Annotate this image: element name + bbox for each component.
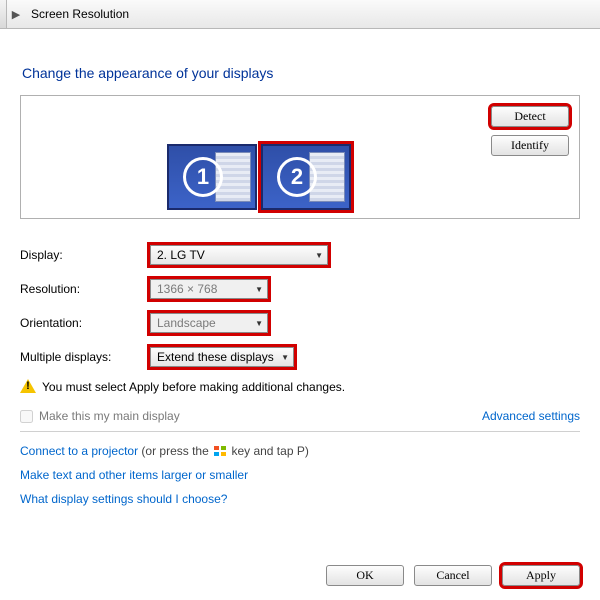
orientation-value: Landscape: [157, 316, 216, 330]
chevron-down-icon: ▼: [281, 353, 289, 362]
multiple-displays-value: Extend these displays: [157, 350, 274, 364]
breadcrumb-location[interactable]: Screen Resolution: [25, 7, 135, 21]
chevron-down-icon: ▼: [255, 319, 263, 328]
apply-warning: You must select Apply before making addi…: [20, 379, 580, 395]
display-preview: 1 2 Detect Identify: [20, 95, 580, 219]
monitor-1[interactable]: 1: [167, 144, 257, 210]
multiple-displays-label: Multiple displays:: [20, 350, 150, 364]
main-display-checkbox-label: Make this my main display: [39, 409, 180, 423]
orientation-dropdown[interactable]: Landscape ▼: [150, 313, 268, 333]
breadcrumb-back-fragment: [0, 0, 7, 28]
display-value: 2. LG TV: [157, 248, 205, 262]
orientation-label: Orientation:: [20, 316, 150, 330]
identify-button[interactable]: Identify: [491, 135, 569, 156]
chevron-right-icon: ▶: [7, 8, 25, 21]
monitor-2-number: 2: [277, 157, 317, 197]
ok-button[interactable]: OK: [326, 565, 404, 586]
display-label: Display:: [20, 248, 150, 262]
text-size-link[interactable]: Make text and other items larger or smal…: [20, 468, 580, 482]
display-dropdown[interactable]: 2. LG TV ▼: [150, 245, 328, 265]
breadcrumb-bar: ▶ Screen Resolution: [0, 0, 600, 29]
main-display-checkbox: [20, 410, 33, 423]
which-settings-link[interactable]: What display settings should I choose?: [20, 492, 580, 506]
warning-text: You must select Apply before making addi…: [42, 380, 345, 394]
monitor-1-number: 1: [183, 157, 223, 197]
advanced-settings-link[interactable]: Advanced settings: [482, 409, 580, 423]
chevron-down-icon: ▼: [255, 285, 263, 294]
multiple-displays-dropdown[interactable]: Extend these displays ▼: [150, 347, 294, 367]
dialog-buttons: OK Cancel Apply: [326, 565, 580, 586]
apply-button[interactable]: Apply: [502, 565, 580, 586]
resolution-label: Resolution:: [20, 282, 150, 296]
resolution-dropdown[interactable]: 1366 × 768 ▼: [150, 279, 268, 299]
cancel-button[interactable]: Cancel: [414, 565, 492, 586]
resolution-value: 1366 × 768: [157, 282, 217, 296]
detect-button[interactable]: Detect: [491, 106, 569, 127]
connect-projector-link[interactable]: Connect to a projector (or press the key…: [20, 444, 580, 458]
separator: [20, 431, 580, 432]
windows-key-icon: [214, 446, 226, 456]
warning-icon: [20, 379, 36, 395]
monitor-2[interactable]: 2: [261, 144, 351, 210]
page-title: Change the appearance of your displays: [22, 65, 580, 81]
chevron-down-icon: ▼: [315, 251, 323, 260]
